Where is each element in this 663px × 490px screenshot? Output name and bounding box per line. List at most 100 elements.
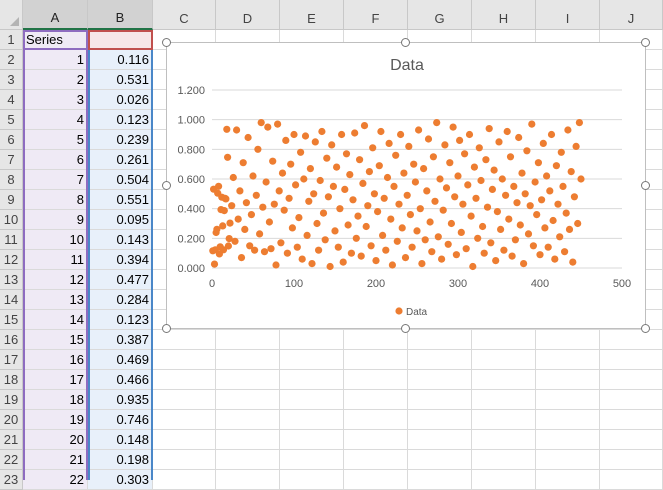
cell-d22[interactable] (216, 450, 280, 470)
cell-b16[interactable]: 0.387 (88, 330, 153, 350)
cell-b20[interactable]: 0.746 (88, 410, 153, 430)
data-point[interactable] (313, 219, 321, 228)
data-point[interactable] (523, 147, 531, 155)
cell-b4[interactable]: 0.026 (88, 90, 153, 110)
data-point[interactable] (462, 245, 470, 253)
row-header-2[interactable]: 2 (0, 50, 23, 70)
data-point[interactable] (265, 218, 273, 226)
chart-resize-handle-bottom-left[interactable] (162, 324, 171, 333)
data-point[interactable] (459, 200, 467, 208)
data-point[interactable] (301, 132, 310, 140)
data-point[interactable] (475, 144, 483, 152)
data-point[interactable] (490, 166, 498, 174)
column-header-h[interactable]: H (472, 0, 536, 30)
data-point[interactable] (241, 225, 249, 233)
cell-h18[interactable] (472, 370, 536, 390)
cell-a7[interactable]: 6 (23, 150, 88, 170)
data-point[interactable] (326, 262, 334, 271)
cell-e16[interactable] (280, 330, 344, 350)
data-point[interactable] (346, 171, 354, 179)
data-point[interactable] (264, 123, 272, 131)
cell-b10[interactable]: 0.095 (88, 210, 153, 230)
data-point[interactable] (451, 193, 459, 201)
data-point[interactable] (444, 240, 452, 248)
data-point[interactable] (287, 160, 295, 168)
data-point[interactable] (423, 187, 431, 195)
chart-resize-handle-left[interactable] (162, 181, 171, 190)
data-point[interactable] (400, 169, 408, 177)
row-header-6[interactable]: 6 (0, 130, 23, 150)
data-point[interactable] (516, 221, 524, 229)
data-point[interactable] (557, 148, 565, 156)
chart-resize-handle-bottom[interactable] (401, 324, 410, 333)
cell-j19[interactable] (600, 390, 663, 410)
data-point[interactable] (513, 199, 521, 207)
cell-b22[interactable]: 0.198 (88, 450, 153, 470)
data-point[interactable] (567, 168, 575, 176)
data-point[interactable] (472, 194, 480, 202)
row-header-5[interactable]: 5 (0, 110, 23, 130)
cell-a2[interactable]: 1 (23, 50, 88, 70)
data-point[interactable] (405, 142, 413, 150)
cell-d19[interactable] (216, 390, 280, 410)
data-point[interactable] (383, 173, 392, 182)
row-header-13[interactable]: 13 (0, 270, 23, 290)
data-point[interactable] (329, 182, 337, 190)
chart-resize-handle-top-right[interactable] (641, 38, 650, 47)
data-point[interactable] (247, 211, 255, 219)
data-point[interactable] (316, 176, 324, 185)
data-point[interactable] (434, 233, 442, 241)
data-point[interactable] (442, 184, 451, 192)
data-point[interactable] (305, 197, 313, 205)
cell-b6[interactable]: 0.239 (88, 130, 153, 150)
data-point[interactable] (283, 249, 291, 257)
data-point[interactable] (352, 234, 360, 242)
data-point[interactable] (336, 205, 344, 213)
data-point[interactable] (574, 219, 582, 228)
cell-a10[interactable]: 9 (23, 210, 88, 230)
data-point[interactable] (231, 237, 239, 245)
column-header-i[interactable]: I (536, 0, 600, 30)
cell-c18[interactable] (153, 370, 216, 390)
data-point[interactable] (410, 160, 418, 168)
data-point[interactable] (495, 138, 503, 146)
cell-d16[interactable] (216, 330, 280, 350)
cell-i20[interactable] (536, 410, 600, 430)
data-point[interactable] (506, 153, 515, 161)
data-point[interactable] (224, 242, 232, 250)
cell-a17[interactable]: 16 (23, 350, 88, 370)
data-point[interactable] (406, 211, 414, 219)
data-point[interactable] (526, 202, 534, 210)
data-point[interactable] (357, 252, 365, 260)
data-point[interactable] (375, 162, 383, 170)
data-point[interactable] (505, 215, 513, 223)
data-point[interactable] (559, 182, 567, 190)
row-header-22[interactable]: 22 (0, 450, 23, 470)
data-point[interactable] (543, 172, 551, 180)
cell-e17[interactable] (280, 350, 344, 370)
cell-j18[interactable] (600, 370, 663, 390)
data-point[interactable] (229, 173, 237, 182)
cell-f20[interactable] (344, 410, 408, 430)
cell-g22[interactable] (408, 450, 472, 470)
data-point[interactable] (397, 130, 405, 139)
data-point[interactable] (354, 212, 362, 220)
cell-g19[interactable] (408, 390, 472, 410)
data-point[interactable] (469, 262, 477, 271)
data-point[interactable] (498, 175, 506, 183)
cell-f19[interactable] (344, 390, 408, 410)
cell-a22[interactable]: 21 (23, 450, 88, 470)
cell-b13[interactable]: 0.477 (88, 270, 153, 290)
cell-i21[interactable] (536, 430, 600, 450)
cell-b21[interactable]: 0.148 (88, 430, 153, 450)
data-point[interactable] (429, 153, 437, 161)
data-point[interactable] (257, 119, 265, 127)
cell-c20[interactable] (153, 410, 216, 430)
cell-a19[interactable]: 18 (23, 390, 88, 410)
cell-j21[interactable] (600, 430, 663, 450)
cell-b9[interactable]: 0.551 (88, 190, 153, 210)
data-point[interactable] (359, 179, 367, 187)
data-point[interactable] (572, 142, 580, 150)
cell-b15[interactable]: 0.123 (88, 310, 153, 330)
data-point[interactable] (274, 120, 282, 128)
